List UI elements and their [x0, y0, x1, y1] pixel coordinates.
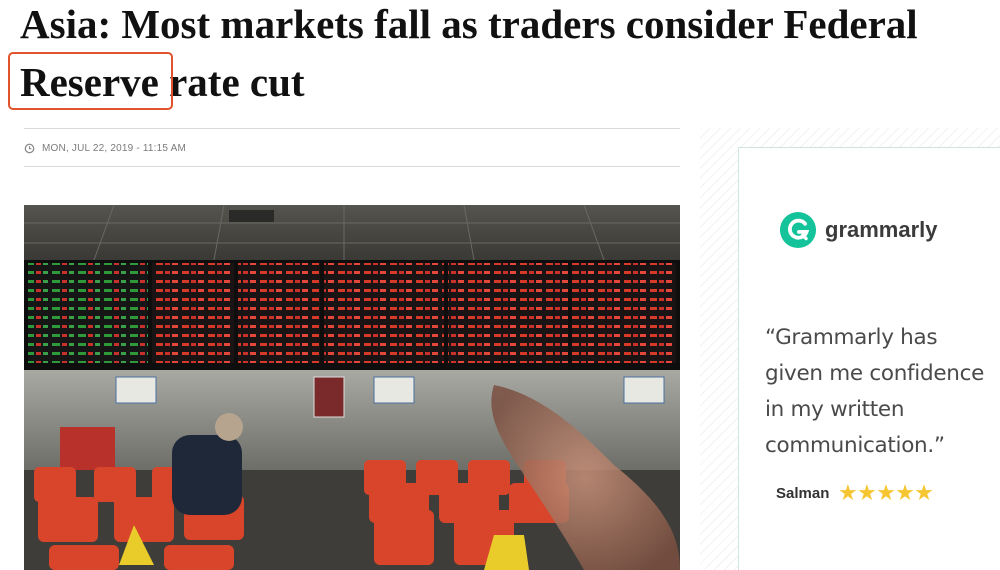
grammarly-wordmark: grammarly: [825, 217, 938, 242]
star-icon: ★: [877, 483, 895, 504]
dateline-text: MON, JUL 22, 2019 - 11:15 AM: [42, 142, 186, 154]
ad-testimonial-author: Salman ★ ★ ★ ★ ★: [776, 484, 933, 503]
rating-stars: ★ ★ ★ ★ ★: [839, 484, 932, 503]
star-icon: ★: [839, 483, 857, 504]
bottom-divider: [24, 166, 680, 167]
clock-icon: [24, 143, 35, 153]
grammarly-ad[interactable]: grammarly “Grammarly has given me confid…: [738, 147, 1000, 570]
headline-rest: rate cut: [158, 59, 305, 105]
grammarly-g-icon: [779, 211, 817, 249]
stock-trading-hall-photo: [24, 205, 680, 570]
article-dateline: MON, JUL 22, 2019 - 11:15 AM: [24, 140, 186, 156]
ad-testimonial-quote: “Grammarly has given me confidence in my…: [765, 325, 985, 458]
highlight-box: [8, 52, 173, 110]
star-icon: ★: [915, 483, 933, 504]
top-divider: [24, 128, 680, 129]
grammarly-logo[interactable]: grammarly: [779, 211, 938, 249]
star-icon: ★: [896, 483, 914, 504]
author-name: Salman: [776, 485, 830, 502]
headline-line-1: Asia: Most markets fall as traders consi…: [20, 1, 918, 47]
star-icon: ★: [858, 483, 876, 504]
article-photo[interactable]: [24, 205, 680, 570]
